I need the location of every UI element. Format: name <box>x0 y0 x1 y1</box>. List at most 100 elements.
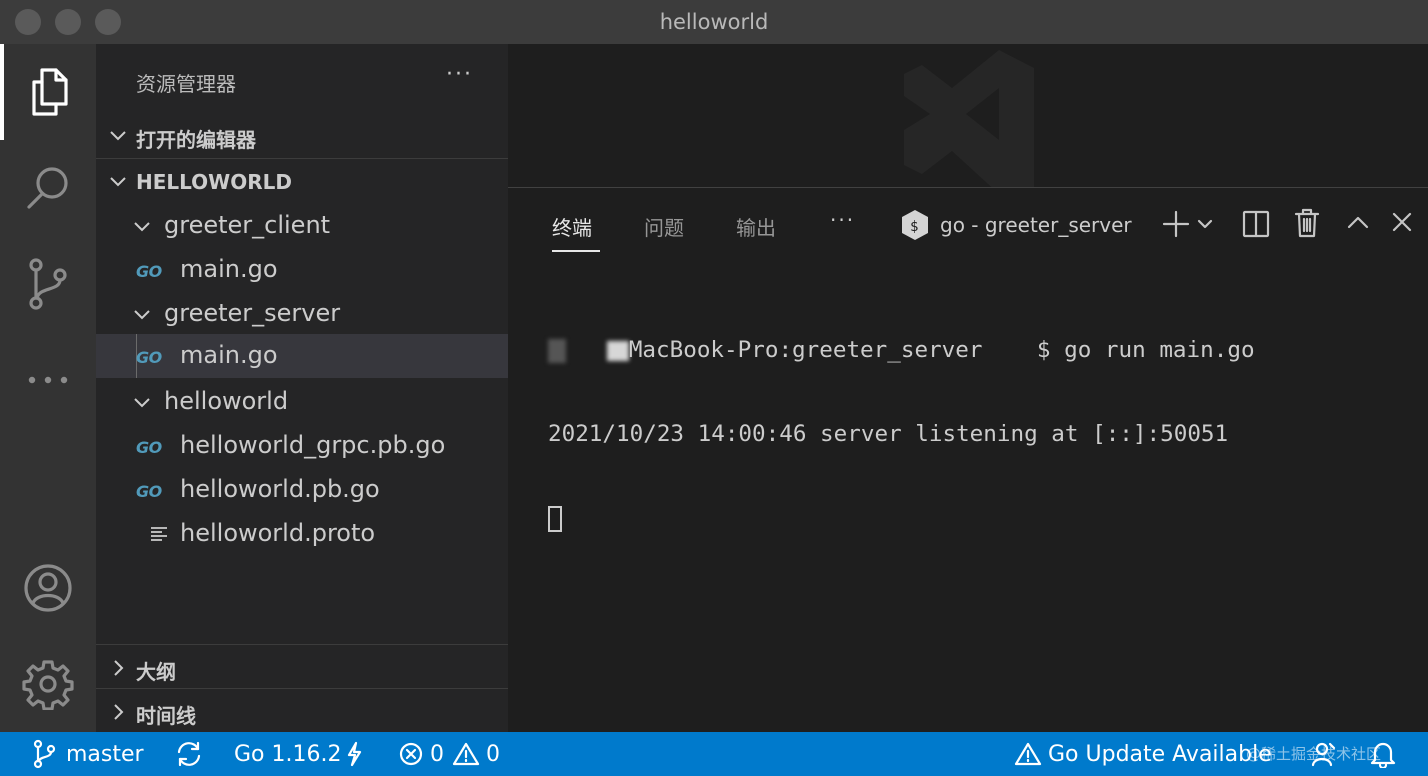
chevron-down-icon <box>134 310 150 320</box>
files-icon <box>32 68 68 116</box>
chevron-down-icon <box>134 398 150 408</box>
tree-folder-greeter-server[interactable]: greeter_server <box>96 292 508 336</box>
branch-name: master <box>66 741 144 767</box>
tree-file-helloworld-proto[interactable]: helloworld.proto <box>96 512 508 556</box>
terminal-name: go - greeter_server <box>940 213 1132 237</box>
tree-label: helloworld.proto <box>180 519 376 547</box>
terminal-line: MacBook-Pro:greeter_server $ go run main… <box>548 336 1255 364</box>
trash-icon <box>1294 208 1320 238</box>
tab-terminal[interactable]: 终端 <box>552 212 592 241</box>
explorer-header: 资源管理器 ··· <box>96 44 508 118</box>
go-file-icon: GO <box>136 348 162 367</box>
chevron-right-icon <box>114 660 124 676</box>
tab-output[interactable]: 输出 <box>736 212 776 241</box>
account-icon <box>24 564 72 612</box>
bash-shell-icon: $ <box>902 210 928 240</box>
chevron-right-icon <box>114 704 124 720</box>
tree-file-helloworld-pb[interactable]: GO helloworld.pb.go <box>96 468 508 512</box>
chevron-down-icon <box>110 131 126 141</box>
plus-icon <box>1162 210 1190 238</box>
activity-explorer[interactable] <box>0 44 96 140</box>
activity-source-control[interactable] <box>0 236 96 332</box>
terminal-output[interactable]: MacBook-Pro:greeter_server $ go run main… <box>548 280 1255 588</box>
chevron-up-icon <box>1347 216 1369 229</box>
active-tab-indicator <box>552 250 600 252</box>
terminal-dropdown-button[interactable] <box>1196 216 1214 236</box>
maximize-panel-button[interactable] <box>1346 212 1370 236</box>
warning-icon <box>1014 742 1042 766</box>
tree-label: helloworld_grpc.pb.go <box>180 431 446 459</box>
terminal-panel: 终端 问题 输出 ··· $ go - greeter_server MacBo… <box>508 187 1428 732</box>
go-update-status[interactable]: Go Update Available <box>1014 732 1272 776</box>
person-icon <box>1311 742 1336 767</box>
tree-file-main-go[interactable]: GO main.go <box>96 248 508 292</box>
workspace-section[interactable]: HELLOWORLD <box>96 160 508 204</box>
search-icon <box>27 167 68 209</box>
bell-icon <box>1370 742 1396 768</box>
warning-icon <box>452 742 480 766</box>
section-divider <box>96 644 508 645</box>
go-version-status[interactable]: Go 1.16.2 <box>234 732 363 776</box>
tree-label: greeter_client <box>164 211 331 239</box>
timeline-section[interactable]: 时间线 <box>96 690 508 734</box>
timeline-label: 时间线 <box>136 704 196 728</box>
outline-section[interactable]: 大纲 <box>96 646 508 690</box>
close-panel-button[interactable] <box>1390 210 1414 238</box>
section-divider <box>96 688 508 689</box>
activity-accounts[interactable] <box>0 540 96 636</box>
editor-area <box>508 44 1428 187</box>
new-terminal-button[interactable] <box>1162 210 1190 242</box>
tree-label: helloworld <box>164 387 289 415</box>
tree-folder-helloworld[interactable]: helloworld <box>96 380 508 424</box>
gear-icon <box>22 660 74 710</box>
window-title: helloworld <box>659 10 769 34</box>
outline-label: 大纲 <box>136 660 176 684</box>
vscode-logo-icon <box>904 50 1034 187</box>
tree-label: helloworld.pb.go <box>180 475 380 503</box>
explorer-sidebar: 资源管理器 ··· 打开的编辑器 HELLOWORLD greeter_clie… <box>96 44 508 732</box>
text-file-icon <box>151 527 167 541</box>
git-branch-status[interactable]: master <box>32 732 144 776</box>
split-terminal-button[interactable] <box>1242 210 1270 242</box>
activity-more[interactable] <box>0 332 96 428</box>
open-editors-label: 打开的编辑器 <box>136 128 256 152</box>
go-update-label: Go Update Available <box>1048 741 1272 767</box>
notifications-status[interactable] <box>1370 732 1396 776</box>
live-share-status[interactable] <box>1310 732 1338 776</box>
panel-more-button[interactable]: ··· <box>830 208 855 232</box>
source-control-icon <box>29 258 67 310</box>
explorer-more-button[interactable]: ··· <box>446 62 473 87</box>
open-editors-section[interactable]: 打开的编辑器 <box>96 114 508 158</box>
activity-manage[interactable] <box>0 636 96 732</box>
go-file-icon: GO <box>136 438 162 457</box>
redacted-user <box>548 338 566 363</box>
explorer-title: 资源管理器 <box>136 72 236 96</box>
tree-file-helloworld-grpc[interactable]: GO helloworld_grpc.pb.go <box>96 424 508 468</box>
terminal-host: MacBook-Pro:greeter_server <box>628 337 983 363</box>
tree-label: main.go <box>180 341 278 369</box>
terminal-line <box>548 504 1255 532</box>
kill-terminal-button[interactable] <box>1294 208 1320 242</box>
terminal-command: $ go run main.go <box>1036 337 1255 363</box>
warning-count: 0 <box>486 741 500 767</box>
activity-bar <box>0 44 96 732</box>
chevron-down-icon <box>1197 219 1213 229</box>
problems-status[interactable]: 0 0 <box>398 732 500 776</box>
go-version: Go 1.16.2 <box>234 741 342 767</box>
tree-file-main-go-selected[interactable]: GO main.go <box>96 334 508 378</box>
tab-problems[interactable]: 问题 <box>644 212 684 241</box>
split-icon <box>1242 210 1270 238</box>
lightning-icon <box>348 741 362 767</box>
error-count: 0 <box>430 741 444 767</box>
chevron-down-icon <box>134 222 150 232</box>
tree-folder-greeter-client[interactable]: greeter_client <box>96 204 508 248</box>
workspace-label: HELLOWORLD <box>136 170 292 194</box>
tree-label: greeter_server <box>164 299 341 327</box>
terminal-selector[interactable]: $ go - greeter_server <box>900 208 1132 242</box>
activity-search[interactable] <box>0 140 96 236</box>
terminal-line: 2021/10/23 14:00:46 server listening at … <box>548 421 1229 447</box>
terminal-cursor <box>548 505 562 532</box>
sync-icon <box>177 741 201 767</box>
sync-status[interactable] <box>174 732 204 776</box>
ellipsis-icon <box>28 376 68 384</box>
